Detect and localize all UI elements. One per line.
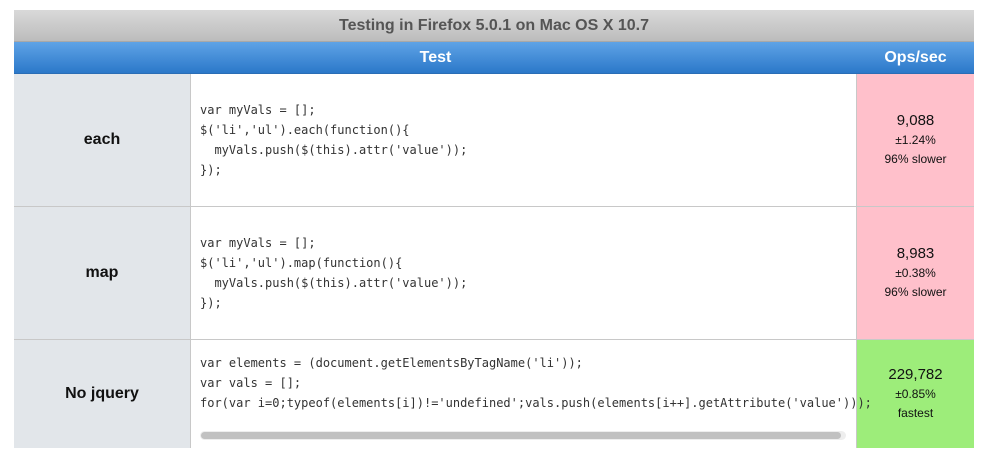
code-line: $('li','ul').each(function(){: [200, 123, 410, 137]
ops-error: ±0.38%: [895, 266, 936, 280]
code-line: myVals.push($(this).attr('value'));: [200, 143, 468, 157]
table-row: each var myVals = []; $('li','ul').each(…: [14, 74, 974, 207]
results-table: Testing in Firefox 5.0.1 on Mac OS X 10.…: [14, 10, 974, 448]
ops-error: ±1.24%: [895, 133, 936, 147]
table-caption: Testing in Firefox 5.0.1 on Mac OS X 10.…: [14, 10, 974, 42]
test-name: No jquery: [14, 340, 191, 448]
ops-relative: 96% slower: [884, 285, 947, 299]
ops-value: 9,088: [896, 112, 935, 129]
ops-result: 9,088 ±1.24% 96% slower: [857, 74, 974, 206]
ops-relative: fastest: [897, 406, 934, 420]
table-row: map var myVals = []; $('li','ul').map(fu…: [14, 207, 974, 340]
code-line: var myVals = [];: [200, 236, 316, 250]
test-code[interactable]: var elements = (document.getElementsByTa…: [191, 340, 872, 448]
code-line: var myVals = [];: [200, 103, 316, 117]
ops-result: 229,782 ±0.85% fastest: [857, 340, 974, 448]
code-line: });: [200, 163, 222, 177]
ops-result: 8,983 ±0.38% 96% slower: [857, 207, 974, 339]
ops-value: 8,983: [896, 245, 935, 262]
test-code[interactable]: var myVals = []; $('li','ul').each(funct…: [191, 74, 857, 206]
ops-value: 229,782: [888, 366, 943, 383]
column-header-test: Test: [419, 49, 452, 66]
column-header-ops: Ops/sec: [884, 49, 947, 66]
code-line: myVals.push($(this).attr('value'));: [200, 276, 468, 290]
code-line: for(var i=0;typeof(elements[i])!='undefi…: [200, 396, 872, 410]
scrollbar-thumb[interactable]: [201, 432, 841, 439]
test-code[interactable]: var myVals = []; $('li','ul').map(functi…: [191, 207, 857, 339]
ops-error: ±0.85%: [895, 387, 936, 401]
code-line: var vals = [];: [200, 376, 302, 390]
horizontal-scrollbar[interactable]: [200, 431, 846, 440]
code-line: });: [200, 296, 222, 310]
test-name: each: [14, 74, 191, 206]
test-name: map: [14, 207, 191, 339]
ops-relative: 96% slower: [884, 152, 947, 166]
code-line: $('li','ul').map(function(){: [200, 256, 403, 270]
table-row: No jquery var elements = (document.getEl…: [14, 340, 974, 448]
table-header: Test Ops/sec: [14, 42, 974, 74]
code-line: var elements = (document.getElementsByTa…: [200, 356, 583, 370]
